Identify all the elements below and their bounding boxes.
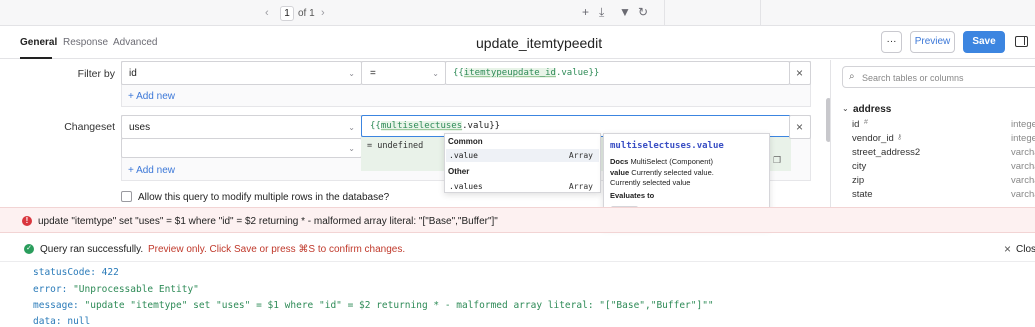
- schema-column-row[interactable]: city varcha: [852, 161, 1035, 175]
- filter-value-input[interactable]: {{itemtypeupdate_id.value}}: [445, 61, 790, 85]
- tab-general[interactable]: General: [20, 37, 57, 48]
- close-icon: ×: [796, 66, 804, 80]
- error-icon: !: [22, 216, 32, 226]
- close-icon: ×: [796, 120, 804, 134]
- changeset-label: Changeset: [64, 121, 115, 133]
- more-options-button[interactable]: ···: [881, 31, 902, 53]
- doc-title: multiselectuses.value: [610, 141, 724, 151]
- chevron-down-icon: ⌄: [432, 69, 439, 78]
- filter-operator-value: =: [370, 68, 376, 79]
- plus-icon[interactable]: +: [582, 5, 589, 19]
- close-status-button[interactable]: Close: [1016, 244, 1035, 255]
- preview-notice: Preview only. Click Save or press ⌘S to …: [148, 244, 406, 255]
- schema-search-placeholder: Search tables or columns: [862, 73, 964, 83]
- query-title: update_itemtypeedit: [476, 35, 603, 51]
- filter-column-select[interactable]: id ⌄: [121, 61, 362, 85]
- autocomplete-dropdown: Common .value Array Other .values Array: [444, 133, 601, 193]
- schema-column-row[interactable]: id # intege: [852, 119, 1035, 133]
- success-text: Query ran successfully.: [40, 244, 144, 255]
- download-icon[interactable]: ⤓: [599, 5, 604, 20]
- tab-response[interactable]: Response: [63, 37, 108, 48]
- filter-add-new-link[interactable]: + Add new: [128, 91, 175, 102]
- schema-column-row[interactable]: street_address2 varcha: [852, 147, 1035, 161]
- search-icon: ⌕: [849, 71, 855, 82]
- preview-value-text: = undefined: [367, 141, 424, 151]
- allow-multiple-rows-label: Allow this query to modify multiple rows…: [138, 192, 390, 203]
- filter-column-value: id: [129, 68, 137, 79]
- ac-group-other: Other: [448, 167, 470, 176]
- doc-docs-line: Docs MultiSelect (Component): [610, 157, 713, 166]
- close-icon[interactable]: ×: [1004, 242, 1011, 256]
- filter-icon[interactable]: ▼: [619, 5, 631, 19]
- copy-icon[interactable]: ❐: [773, 155, 781, 166]
- changeset-add-new-link[interactable]: + Add new: [128, 165, 175, 176]
- schema-column-row[interactable]: vendor_id ⚷ intege: [852, 133, 1035, 147]
- chevron-down-icon: ⌄: [348, 69, 355, 78]
- doc-value-line-2: Currently selected value: [610, 178, 691, 187]
- filter-operator-select[interactable]: = ⌄: [361, 61, 446, 85]
- filter-by-label: Filter by: [77, 68, 115, 80]
- schema-table-name[interactable]: address: [853, 104, 891, 115]
- ac-item-values[interactable]: .values Array: [446, 180, 599, 193]
- filter-value-code: {{itemtypeupdate_id.value}}: [453, 68, 600, 78]
- page-number-input[interactable]: 1: [280, 6, 294, 21]
- changeset-remove-button[interactable]: ×: [789, 115, 811, 139]
- query-header: General Response Advanced update_itemtyp…: [0, 27, 1035, 59]
- chevron-down-icon: ⌄: [348, 144, 355, 153]
- divider: [760, 0, 761, 26]
- error-message: update "itemtype" set "uses" = $1 where …: [38, 216, 498, 227]
- status-bar: ✓ Query ran successfully. Preview only. …: [0, 236, 1035, 262]
- panel-toggle-icon[interactable]: [1015, 36, 1028, 47]
- result-error: error: "Unprocessable Entity": [33, 284, 199, 295]
- result-status-code: statusCode: 422: [33, 267, 119, 278]
- refresh-icon[interactable]: ↻: [638, 5, 648, 19]
- changeset-value-code: {{multiselectuses.valu}}: [370, 121, 501, 131]
- chevron-down-icon[interactable]: ⌄: [842, 104, 849, 113]
- changeset-column-select-empty[interactable]: ⌄: [121, 138, 362, 158]
- doc-evaluates-label: Evaluates to: [610, 191, 655, 200]
- chevron-left-icon[interactable]: ‹: [265, 7, 269, 19]
- check-icon: ✓: [24, 244, 34, 254]
- schema-column-row[interactable]: state varcha: [852, 189, 1035, 203]
- ac-item-value[interactable]: .value Array: [446, 149, 599, 162]
- chevron-right-icon[interactable]: ›: [321, 7, 325, 19]
- active-tab-indicator: [20, 57, 52, 59]
- tab-advanced[interactable]: Advanced: [113, 37, 157, 48]
- filter-remove-button[interactable]: ×: [789, 61, 811, 85]
- error-banner: ! update "itemtype" set "uses" = $1 wher…: [0, 207, 1035, 233]
- ac-group-common: Common: [448, 137, 483, 146]
- save-button[interactable]: Save: [963, 31, 1005, 53]
- doc-value-line: value Currently selected value.: [610, 168, 714, 177]
- top-toolbar: ‹ 1 of 1 › + ⤓ ▼ ↻: [0, 0, 1035, 26]
- chevron-down-icon: ⌄: [348, 123, 355, 132]
- changeset-column-select[interactable]: uses ⌄: [121, 115, 362, 139]
- schema-column-row[interactable]: zip varcha: [852, 175, 1035, 189]
- changeset-column-value: uses: [129, 122, 151, 133]
- result-message: message: "update "itemtype" set "uses" =…: [33, 300, 714, 311]
- divider: [664, 0, 665, 26]
- schema-sidebar: ⌕ Search tables or columns ⌄ address id …: [830, 60, 1035, 212]
- allow-multiple-rows-checkbox[interactable]: [121, 191, 132, 202]
- result-data: data: null: [33, 316, 91, 327]
- preview-button[interactable]: Preview: [910, 31, 955, 53]
- page-count: of 1: [298, 8, 315, 19]
- schema-search-input[interactable]: ⌕ Search tables or columns: [842, 66, 1035, 88]
